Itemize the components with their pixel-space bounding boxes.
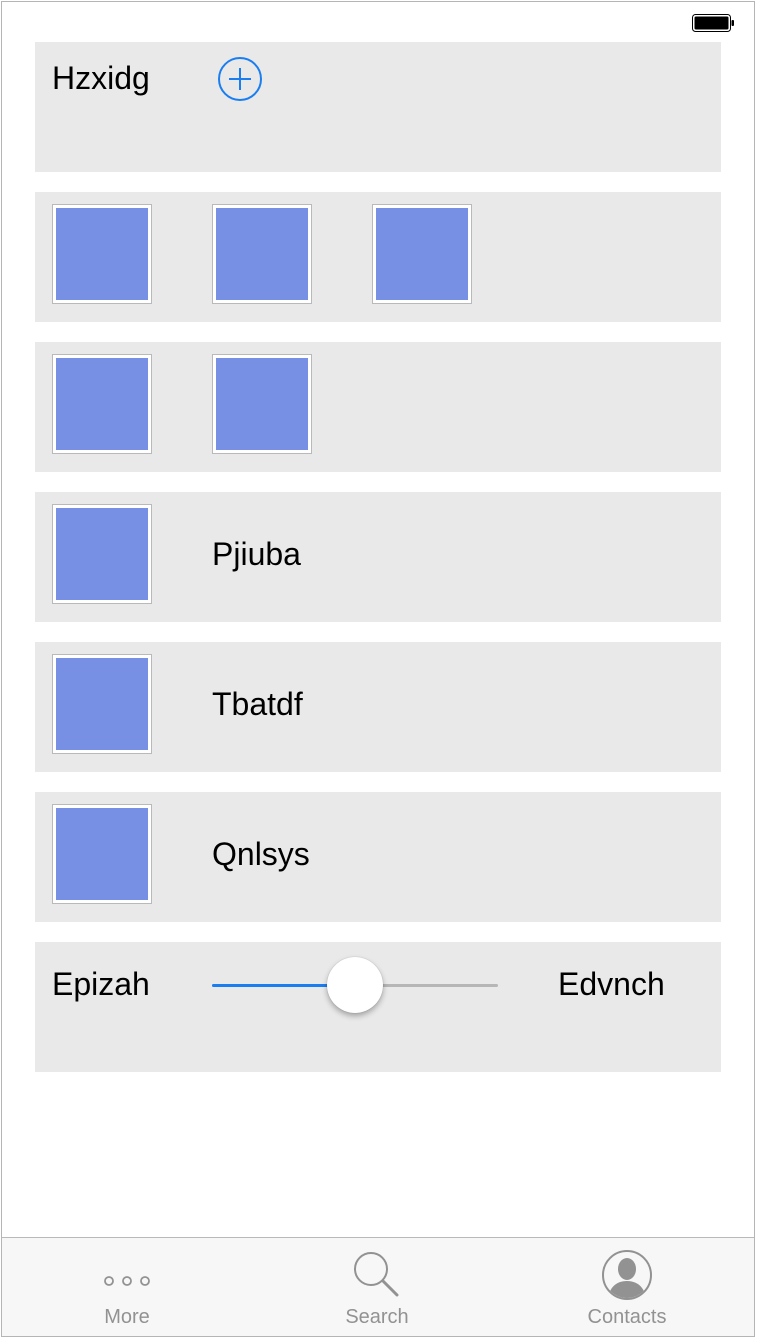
thumbnail-image	[52, 804, 152, 904]
tab-bar: More Search Contacts	[2, 1237, 754, 1336]
tab-contacts[interactable]: Contacts	[502, 1238, 752, 1336]
header-label: Hzxidg	[52, 60, 150, 96]
list-item-label: Qnlsys	[212, 836, 310, 872]
tab-contacts-label: Contacts	[587, 1306, 667, 1328]
value-slider[interactable]	[212, 954, 498, 1014]
list-item[interactable]: Qnlsys	[35, 792, 721, 922]
add-circle-icon	[218, 57, 262, 101]
thumbnail-image[interactable]	[52, 354, 152, 454]
header-card: Hzxidg	[35, 42, 721, 172]
list-item[interactable]: Tbatdf	[35, 642, 721, 772]
search-icon	[354, 1252, 399, 1297]
app-screen: Hzxidg Pjiuba Tbatdf Qnlsys Epizah Edvnc…	[1, 1, 755, 1337]
tab-more-label: More	[104, 1306, 150, 1328]
thumbnail-image	[52, 504, 152, 604]
thumbnail-image[interactable]	[212, 204, 312, 304]
thumbnail-image[interactable]	[212, 354, 312, 454]
list-item-label: Pjiuba	[212, 536, 301, 572]
thumbnail-row	[35, 342, 721, 472]
slider-knob[interactable]	[327, 957, 383, 1013]
slider-max-label: Edvnch	[558, 966, 665, 1002]
contacts-icon	[602, 1250, 652, 1300]
slider-card: Epizah Edvnch	[35, 942, 721, 1072]
list-item-label: Tbatdf	[212, 686, 303, 722]
add-button[interactable]	[217, 56, 263, 102]
tab-more[interactable]: More	[2, 1238, 252, 1336]
slider-min-label: Epizah	[52, 966, 150, 1002]
thumbnail-image	[52, 654, 152, 754]
thumbnail-image[interactable]	[372, 204, 472, 304]
thumbnail-row	[35, 192, 721, 322]
battery-icon	[692, 14, 734, 32]
list-item[interactable]: Pjiuba	[35, 492, 721, 622]
thumbnail-image[interactable]	[52, 204, 152, 304]
tab-search-label: Search	[345, 1306, 409, 1328]
tab-search[interactable]: Search	[252, 1238, 502, 1336]
more-icon	[104, 1276, 150, 1286]
